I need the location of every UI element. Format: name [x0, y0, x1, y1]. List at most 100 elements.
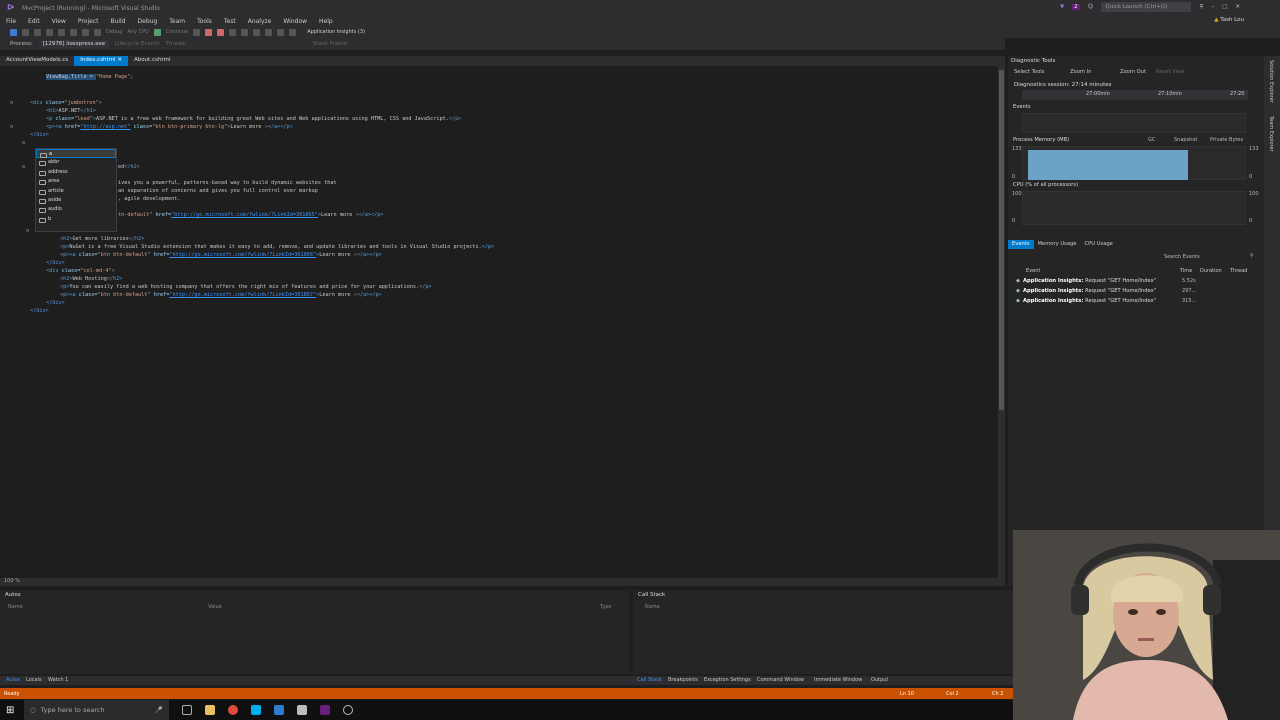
restart-icon[interactable] — [229, 28, 237, 36]
code-line[interactable]: <p><a href="http://asp.net" class="btn b… — [46, 124, 293, 130]
application-insights-button[interactable]: Application Insights (3) — [307, 29, 365, 35]
collapse-icon[interactable]: ⊟ — [10, 124, 13, 130]
intellisense-item[interactable]: aside — [36, 196, 116, 205]
outlook-icon[interactable] — [274, 705, 284, 715]
menu-window[interactable]: Window — [277, 18, 313, 25]
break-all-icon[interactable] — [205, 28, 213, 36]
microphone-icon[interactable]: 🎤 — [155, 706, 163, 714]
menu-build[interactable]: Build — [104, 18, 131, 25]
col-type[interactable]: Type — [600, 604, 611, 610]
tab-index-cshtml[interactable]: Index.cshtml ✕ — [74, 56, 128, 66]
platform-dropdown[interactable]: Any CPU — [127, 29, 148, 35]
back-icon[interactable] — [10, 28, 17, 36]
lifecycle-events-dropdown[interactable]: Lifecycle Events — [115, 41, 160, 47]
collapse-icon[interactable]: ⊟ — [10, 100, 13, 106]
file-explorer-icon[interactable] — [205, 705, 215, 715]
intellisense-item[interactable]: b — [36, 215, 116, 224]
col-event[interactable]: Event — [1026, 268, 1040, 274]
intellisense-item[interactable]: abbr — [36, 158, 116, 167]
intellisense-item[interactable]: article — [36, 187, 116, 196]
col-time[interactable]: Time — [1180, 268, 1192, 274]
code-line[interactable]: <p class="lead">ASP.NET is a free web fr… — [46, 116, 461, 122]
open-icon[interactable] — [46, 28, 53, 36]
zoom-level[interactable]: 100 % — [0, 578, 1005, 586]
minimize-button[interactable]: – — [1211, 4, 1214, 10]
col-value[interactable]: Value — [208, 604, 222, 610]
menu-analyze[interactable]: Analyze — [242, 18, 278, 25]
code-line[interactable]: ViewBag.Title = "Home Page"; — [46, 74, 133, 80]
zoom-out-button[interactable]: Zoom Out — [1120, 69, 1146, 75]
code-line[interactable]: ives you a powerful, patterns-based way … — [118, 180, 337, 186]
document-icon[interactable] — [297, 705, 307, 715]
code-line[interactable]: , agile development. — [118, 196, 180, 202]
cpu-chart[interactable] — [1022, 191, 1246, 225]
intellisense-item[interactable]: a — [36, 149, 116, 159]
collapse-icon[interactable]: ⊟ — [26, 228, 29, 234]
tab-account-view-models[interactable]: AccountViewModels.cs — [0, 56, 74, 66]
feedback-icon[interactable]: ☺ — [1088, 4, 1094, 10]
menu-project[interactable]: Project — [72, 18, 105, 25]
events-section-label[interactable]: Events — [1013, 104, 1031, 110]
menu-tools[interactable]: Tools — [191, 18, 218, 25]
col-duration[interactable]: Duration — [1200, 268, 1222, 274]
search-icon[interactable]: ⚲ — [1250, 253, 1254, 259]
step-into-icon[interactable] — [241, 28, 249, 36]
events-lane[interactable] — [1022, 113, 1246, 133]
code-line[interactable]: an separation of concerns and gives you … — [118, 188, 318, 194]
step-out-icon[interactable] — [265, 28, 273, 36]
solution-explorer-tab[interactable]: Solution Explorer — [1268, 60, 1274, 103]
code-line[interactable]: ed</h2> — [118, 164, 140, 170]
tab-exception-settings[interactable]: Exception Settings — [704, 677, 751, 683]
quick-launch-input[interactable]: Quick Launch (Ctrl+Q) — [1101, 2, 1192, 12]
tab-output[interactable]: Output — [871, 677, 888, 683]
tab-about-cshtml[interactable]: About.cshtml — [128, 56, 176, 66]
taskbar-search[interactable]: ○ Type here to search 🎤 — [24, 700, 169, 720]
redo-icon[interactable] — [94, 28, 101, 36]
collapse-icon[interactable]: ⊟ — [22, 164, 25, 170]
code-line[interactable]: <h2>Get more libraries</h2> — [60, 236, 144, 242]
settings-icon[interactable] — [343, 705, 353, 715]
menu-edit[interactable]: Edit — [22, 18, 46, 25]
search-events-input[interactable]: Search Events — [1164, 254, 1200, 260]
col-name[interactable]: Name — [8, 604, 23, 610]
tab-cpu-usage[interactable]: CPU Usage — [1081, 240, 1117, 249]
editor-scrollbar-thumb[interactable] — [999, 70, 1004, 410]
code-editor[interactable]: ViewBag.Title = "Home Page"; <div class="… — [0, 66, 998, 578]
tab-command-window[interactable]: Command Window — [757, 677, 804, 683]
thread-dropdown[interactable]: Thread: — [165, 41, 186, 47]
menu-debug[interactable]: Debug — [132, 18, 164, 25]
menu-test[interactable]: Test — [218, 18, 242, 25]
code-line[interactable]: tn-default" href="http://go.microsoft.co… — [118, 212, 384, 218]
step-over-icon[interactable] — [253, 28, 261, 36]
code-line[interactable]: <p><a class="btn btn-default" href="http… — [60, 292, 382, 298]
intellisense-popup[interactable]: a abbr address area article aside audio … — [35, 148, 117, 232]
tab-events[interactable]: Events — [1008, 240, 1034, 249]
close-button[interactable]: ✕ — [1235, 4, 1240, 10]
search-icon[interactable]: ⚲ — [1199, 4, 1203, 10]
code-line[interactable]: </div> — [46, 300, 65, 306]
event-row[interactable]: Application Insights: Request "GET Home/… — [1016, 278, 1156, 284]
reset-view-button[interactable]: Reset View — [1156, 69, 1184, 75]
maximize-button[interactable]: □ — [1222, 4, 1227, 10]
intellisense-item[interactable]: address — [36, 168, 116, 177]
intellisense-item[interactable]: audio — [36, 205, 116, 214]
stop-icon[interactable] — [217, 28, 225, 36]
session-timeline[interactable] — [1022, 90, 1248, 100]
cpu-section-label[interactable]: CPU (% of all processors) — [1013, 182, 1078, 188]
event-row[interactable]: Application Insights: Request "GET Home/… — [1016, 298, 1156, 304]
config-dropdown[interactable]: Debug — [106, 29, 122, 35]
windows-start-icon[interactable]: ⊞ — [6, 705, 14, 716]
memory-section-label[interactable]: Process Memory (MB) — [1013, 137, 1069, 143]
visual-studio-icon[interactable] — [320, 705, 330, 715]
code-line[interactable]: <p>You can easily find a web hosting com… — [60, 284, 432, 290]
col-name[interactable]: Name — [645, 604, 660, 610]
menu-help[interactable]: Help — [313, 18, 339, 25]
continue-icon[interactable] — [153, 28, 161, 36]
zoom-in-button[interactable]: Zoom In — [1070, 69, 1091, 75]
filter-icon[interactable]: ▼ — [1060, 4, 1064, 10]
code-line[interactable]: <p>NuGet is a free Visual Studio extensi… — [60, 244, 494, 250]
refresh-icon[interactable] — [193, 28, 201, 36]
menu-team[interactable]: Team — [163, 18, 191, 25]
comment-icon[interactable] — [289, 28, 297, 36]
tab-watch-1[interactable]: Watch 1 — [48, 677, 68, 683]
